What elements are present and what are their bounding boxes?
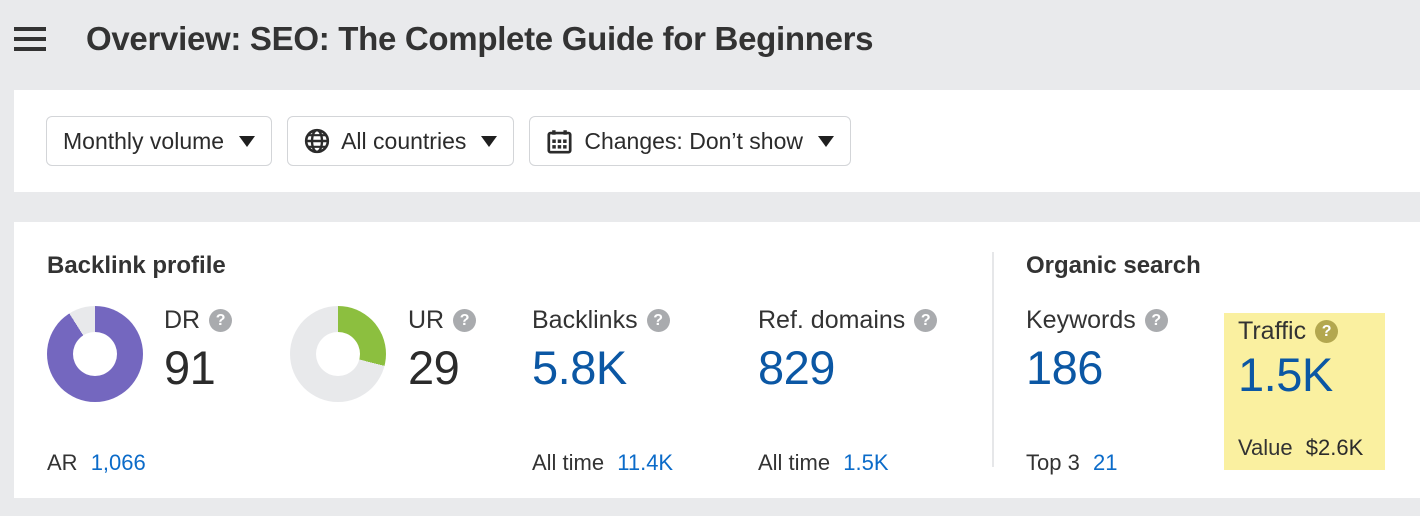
metrics-card: Backlink profile Organic search DR ? 91 … bbox=[14, 222, 1420, 498]
volume-mode-dropdown[interactable]: Monthly volume bbox=[46, 116, 273, 166]
ref-domains-sub-label: All time bbox=[758, 450, 831, 475]
ref-domains-label: Ref. domains bbox=[758, 305, 906, 334]
ar-label: AR bbox=[47, 450, 78, 475]
help-icon[interactable]: ? bbox=[453, 308, 477, 332]
hamburger-bar bbox=[14, 37, 46, 41]
traffic-sub-value: $2.6K bbox=[1305, 435, 1364, 460]
traffic-label: Traffic bbox=[1238, 316, 1307, 345]
app-header: Overview: SEO: The Complete Guide for Be… bbox=[0, 0, 1420, 78]
dr-value: 91 bbox=[164, 341, 216, 394]
section-divider bbox=[992, 252, 994, 467]
keywords-value: 186 bbox=[1026, 341, 1103, 394]
ar-sub: AR 1,066 bbox=[47, 450, 146, 476]
help-icon[interactable]: ? bbox=[209, 308, 233, 332]
globe-icon bbox=[304, 128, 330, 154]
ref-domains-value: 829 bbox=[758, 341, 835, 394]
chevron-down-icon bbox=[239, 135, 256, 147]
hamburger-menu-icon[interactable] bbox=[14, 24, 48, 54]
ref-domains-sub-value[interactable]: 1.5K bbox=[843, 450, 888, 475]
metric-dr[interactable]: DR ? 91 bbox=[164, 305, 233, 396]
keywords-label: Keywords bbox=[1026, 305, 1136, 334]
ref-domains-sub: All time 1.5K bbox=[758, 450, 889, 476]
dr-label: DR bbox=[164, 305, 201, 334]
metric-traffic[interactable]: Traffic ? 1.5K Value $2.6K bbox=[1224, 313, 1385, 461]
country-label: All countries bbox=[341, 127, 467, 154]
backlinks-label: Backlinks bbox=[532, 305, 638, 334]
metric-backlinks[interactable]: Backlinks ? 5.8K All time 11.4K bbox=[532, 305, 673, 476]
keywords-sub: Top 3 21 bbox=[1026, 450, 1117, 476]
metric-traffic-highlight[interactable]: Traffic ? 1.5K Value $2.6K bbox=[1224, 313, 1385, 470]
traffic-value: 1.5K bbox=[1238, 348, 1333, 401]
help-icon[interactable]: ? bbox=[1315, 319, 1339, 343]
metric-ur[interactable]: UR ? 29 bbox=[408, 305, 477, 396]
metric-keywords[interactable]: Keywords ? 186 Top 3 21 bbox=[1026, 305, 1168, 475]
backlink-profile-title: Backlink profile bbox=[47, 252, 226, 279]
keywords-sub-value[interactable]: 21 bbox=[1093, 450, 1117, 475]
dr-donut-chart bbox=[47, 306, 143, 402]
chevron-down-icon bbox=[481, 135, 498, 147]
help-icon[interactable]: ? bbox=[914, 308, 938, 332]
filter-bar: Monthly volume All countries Changes: Do… bbox=[14, 90, 1420, 192]
ur-label: UR bbox=[408, 305, 445, 334]
calendar-icon bbox=[546, 128, 573, 155]
help-icon[interactable]: ? bbox=[646, 308, 670, 332]
ur-value: 29 bbox=[408, 341, 460, 394]
help-icon[interactable]: ? bbox=[1144, 308, 1168, 332]
hamburger-bar bbox=[14, 27, 46, 31]
changes-label: Changes: Don’t show bbox=[584, 127, 803, 154]
traffic-sub-label: Value bbox=[1238, 435, 1293, 460]
backlinks-value: 5.8K bbox=[532, 341, 627, 394]
country-dropdown[interactable]: All countries bbox=[287, 116, 515, 166]
ar-value[interactable]: 1,066 bbox=[91, 450, 146, 475]
organic-search-title: Organic search bbox=[1026, 252, 1201, 279]
changes-dropdown[interactable]: Changes: Don’t show bbox=[529, 116, 851, 166]
traffic-sub: Value $2.6K bbox=[1238, 435, 1363, 461]
volume-mode-label: Monthly volume bbox=[63, 127, 225, 154]
backlinks-sub: All time 11.4K bbox=[532, 450, 673, 476]
backlinks-sub-label: All time bbox=[532, 450, 605, 475]
page-title: Overview: SEO: The Complete Guide for Be… bbox=[86, 20, 874, 57]
keywords-sub-label: Top 3 bbox=[1026, 450, 1080, 475]
backlinks-sub-value[interactable]: 11.4K bbox=[617, 450, 673, 475]
metric-ref-domains[interactable]: Ref. domains ? 829 All time 1.5K bbox=[758, 305, 938, 475]
ur-donut-chart bbox=[290, 306, 386, 402]
hamburger-bar bbox=[14, 47, 46, 51]
chevron-down-icon bbox=[817, 135, 834, 147]
